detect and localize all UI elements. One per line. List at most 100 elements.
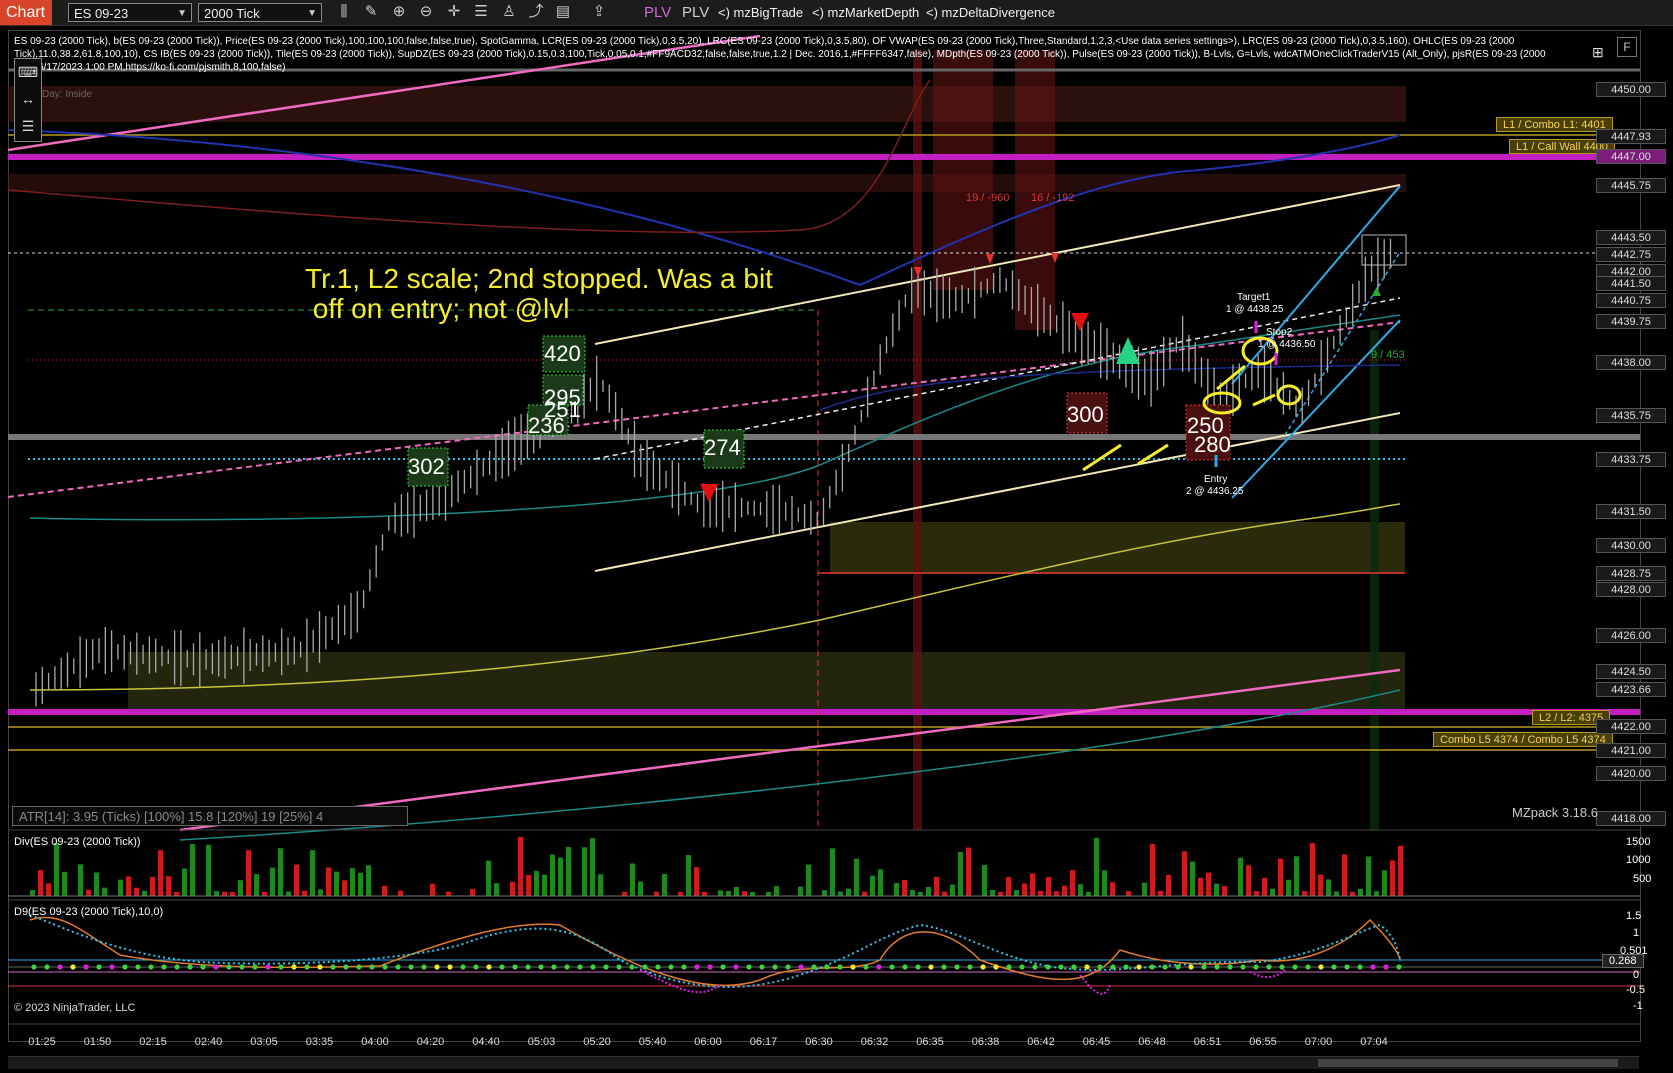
div-bar (1142, 882, 1147, 896)
delta-label: 19 / -960 (966, 192, 1010, 204)
d9-dot (369, 964, 375, 970)
sell-triangle (700, 484, 718, 502)
d9-dot (1357, 964, 1363, 970)
supply-zone (8, 86, 1406, 122)
div-bar (1254, 891, 1259, 896)
d9-dot (96, 964, 102, 970)
d9-dot (863, 964, 869, 970)
stop-label[interactable]: Stop2 (1266, 327, 1292, 338)
d9-dot (473, 964, 479, 970)
menu-icon[interactable]: ☰ (15, 113, 41, 140)
d9-dot (876, 964, 882, 970)
d9-dot (356, 964, 362, 970)
d9-dot (486, 964, 492, 970)
d9-dot (44, 964, 50, 970)
div-axis-label: 1000 (1626, 854, 1651, 866)
scrollbar-thumb[interactable] (1318, 1059, 1618, 1067)
collapse-icon[interactable]: ⊞ (1592, 44, 1604, 61)
div-bar (1326, 879, 1331, 896)
div-bar (1102, 870, 1107, 896)
d9-dot (226, 964, 232, 970)
d9-dot (174, 964, 180, 970)
d9-dot (187, 964, 193, 970)
div-bar (1206, 872, 1211, 896)
red-column (933, 50, 993, 290)
div-bar (102, 887, 107, 896)
div-bar (686, 855, 691, 896)
copyright-text: © 2023 NinjaTrader, LLC (14, 1002, 136, 1014)
price-chart[interactable] (0, 0, 1673, 1073)
div-bar (1214, 883, 1219, 896)
div-bar (838, 891, 843, 896)
d9-dot (1253, 964, 1259, 970)
d9-dot (1045, 964, 1051, 970)
d9-dot (1058, 964, 1064, 970)
arrows-icon[interactable]: ↔ (15, 86, 41, 113)
d9-dot (954, 964, 960, 970)
d9-dot (148, 964, 154, 970)
price-label: 4450.00 (1596, 82, 1666, 97)
div-bar (1278, 858, 1283, 896)
chart-side-toolbar: ⌨ ↔ ☰ (14, 58, 42, 142)
price-label: 4430.00 (1596, 538, 1666, 553)
time-label: 04:40 (472, 1036, 500, 1048)
price-label: 4423.66 (1596, 682, 1666, 697)
d9-dot (1097, 964, 1103, 970)
d9-axis-label: 1 (1633, 927, 1640, 939)
div-bar (630, 863, 635, 896)
d9-dot (122, 964, 128, 970)
div-bar (774, 886, 779, 896)
div-bar (1006, 877, 1011, 896)
d9-dot (1123, 964, 1129, 970)
div-bar (334, 871, 339, 896)
div-bar (1046, 877, 1051, 896)
atr-readout: ATR[14]: 3.95 (Ticks) [100%] 15.8 [120%]… (12, 806, 408, 826)
price-label: 4421.00 (1596, 743, 1666, 758)
d9-dot (681, 964, 687, 970)
price-label: 4428.75 (1596, 566, 1666, 581)
div-bar (1150, 843, 1155, 896)
div-bar (382, 885, 387, 896)
d9-dot (538, 964, 544, 970)
price-label: 4435.75 (1596, 408, 1666, 423)
div-bar (302, 890, 307, 896)
d9-dot (265, 964, 271, 970)
div-bar (366, 865, 371, 896)
div-bar (990, 889, 995, 896)
time-label: 06:55 (1249, 1036, 1277, 1048)
volume-label: 274 (704, 435, 741, 460)
d9-dot (278, 964, 284, 970)
div-bar (742, 891, 747, 896)
div-bar (1054, 891, 1059, 896)
div-bar (398, 890, 403, 896)
d9-dot (434, 964, 440, 970)
target-label[interactable]: Target1 (1237, 292, 1270, 303)
expand-icon[interactable]: F (1617, 37, 1637, 57)
div-bar (766, 891, 771, 896)
div-bar (294, 864, 299, 896)
div-bar (1310, 842, 1315, 896)
div-bar (694, 867, 699, 896)
keyboard-icon[interactable]: ⌨ (15, 59, 41, 86)
d9-dot (1136, 964, 1142, 970)
d9-magenta-line (639, 969, 1286, 995)
time-label: 06:17 (749, 1036, 778, 1048)
supply-zone (8, 174, 1406, 192)
d9-dot (1266, 964, 1272, 970)
d9-dot (1214, 964, 1220, 970)
price-label: 4439.75 (1596, 314, 1666, 329)
d9-dot (889, 964, 895, 970)
div-bar (486, 860, 491, 896)
div-axis-label: 1500 (1626, 836, 1651, 848)
div-bar (678, 891, 683, 896)
horizontal-scrollbar[interactable] (8, 1056, 1639, 1069)
div-bar (894, 883, 899, 896)
price-label: 4447.00 (1596, 149, 1666, 164)
d9-dot (421, 964, 427, 970)
div-bar (518, 837, 523, 896)
div-bar (1374, 891, 1379, 896)
d9-dot (200, 964, 206, 970)
entry-label[interactable]: Entry (1204, 474, 1227, 485)
d9-dot (746, 964, 752, 970)
d9-axis-label: 1.5 (1626, 910, 1642, 922)
